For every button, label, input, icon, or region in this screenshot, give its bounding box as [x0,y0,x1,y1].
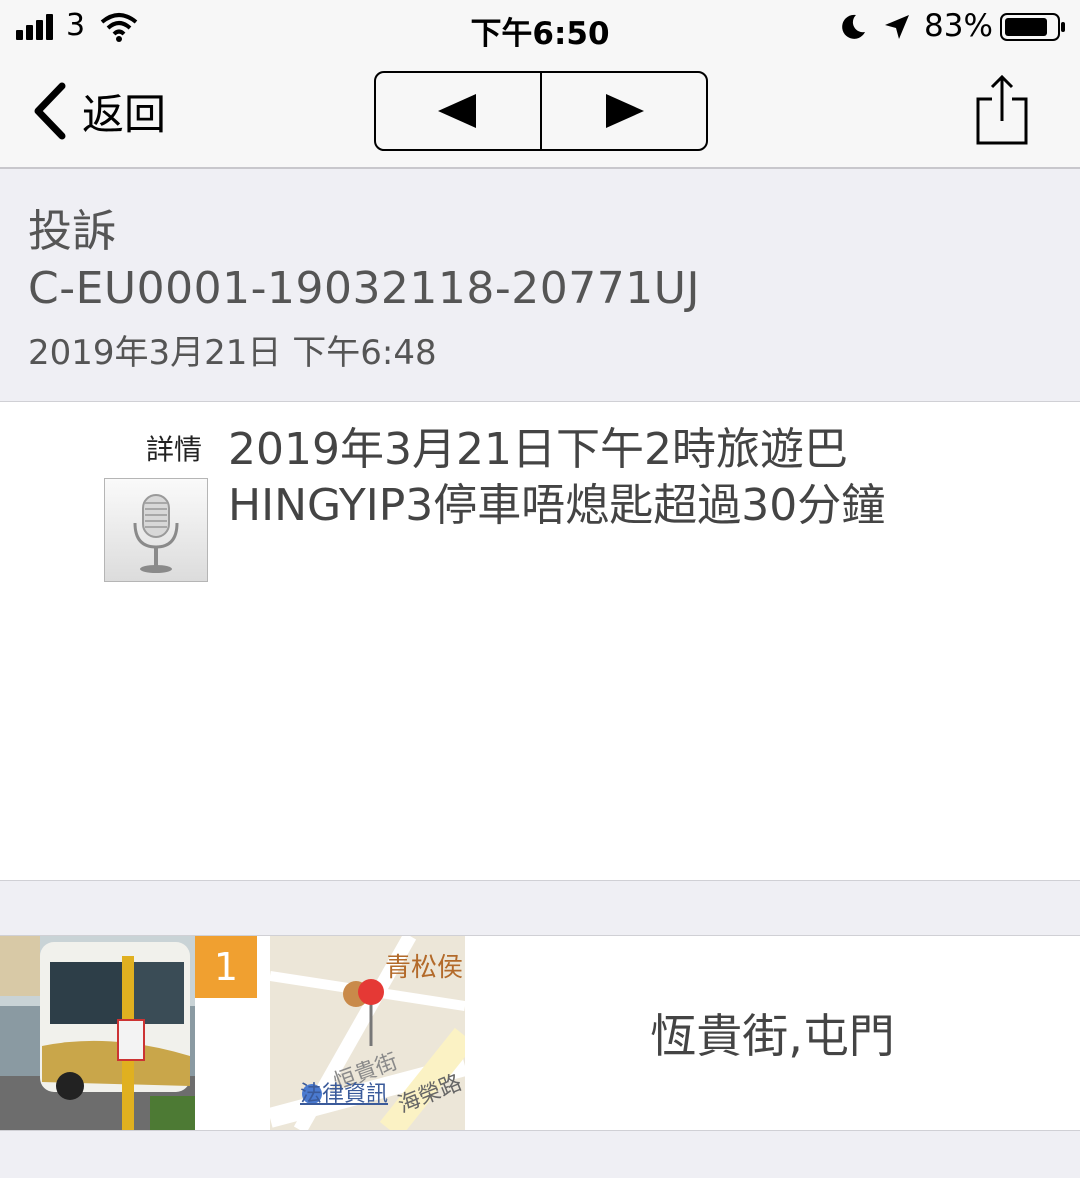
status-time: 下午6:50 [470,16,610,52]
audio-recording-button[interactable] [104,478,208,582]
location-label: 恆貴街,屯門 [650,1009,895,1063]
record-category: 投訴 [28,206,116,257]
details-section: 詳情 2019年3月21日下午2時旅遊巴HINGYIP3停車唔熄匙超過30分鐘 [0,402,1080,881]
next-button[interactable] [540,73,706,149]
left-triangle-icon [438,94,476,128]
record-datetime: 2019年3月21日 下午6:48 [28,333,437,373]
prev-next-segmented-control [374,71,708,151]
photo-count-badge: 1 [195,936,257,998]
bus-photo-image [0,936,195,1130]
previous-button[interactable] [376,73,540,149]
photo-thumbnail[interactable] [0,936,195,1130]
details-label: 詳情 [146,433,203,466]
map-poi-label: 青松侯 [385,953,464,983]
details-text: 2019年3月21日下午2時旅遊巴HINGYIP3停車唔熄匙超過30分鐘 [228,424,886,531]
record-reference: C-EU0001-19032118-20771UJ [28,263,700,314]
back-button[interactable]: 返回 [30,81,166,141]
location-arrow-icon [885,15,909,39]
right-triangle-icon [606,94,644,128]
battery-percent: 83% [924,8,993,44]
share-icon[interactable] [974,73,1030,147]
status-bar: 3 下午6:50 83% [0,0,1080,55]
moon-icon [842,14,865,39]
record-header: 投訴 C-EU0001-19032118-20771UJ 2019年3月21日 … [0,169,1080,402]
chevron-left-icon [34,82,66,140]
microphone-icon [133,494,179,573]
map-street-label: 法律資訊 [300,1082,389,1107]
back-label: 返回 [82,89,167,139]
battery-icon [1000,13,1065,41]
attachments-row: 1 青松侯 恒貴街 法律資訊 海榮路 恆貴街,屯門 [0,935,1080,1131]
nav-bar: 返回 [0,55,1080,169]
